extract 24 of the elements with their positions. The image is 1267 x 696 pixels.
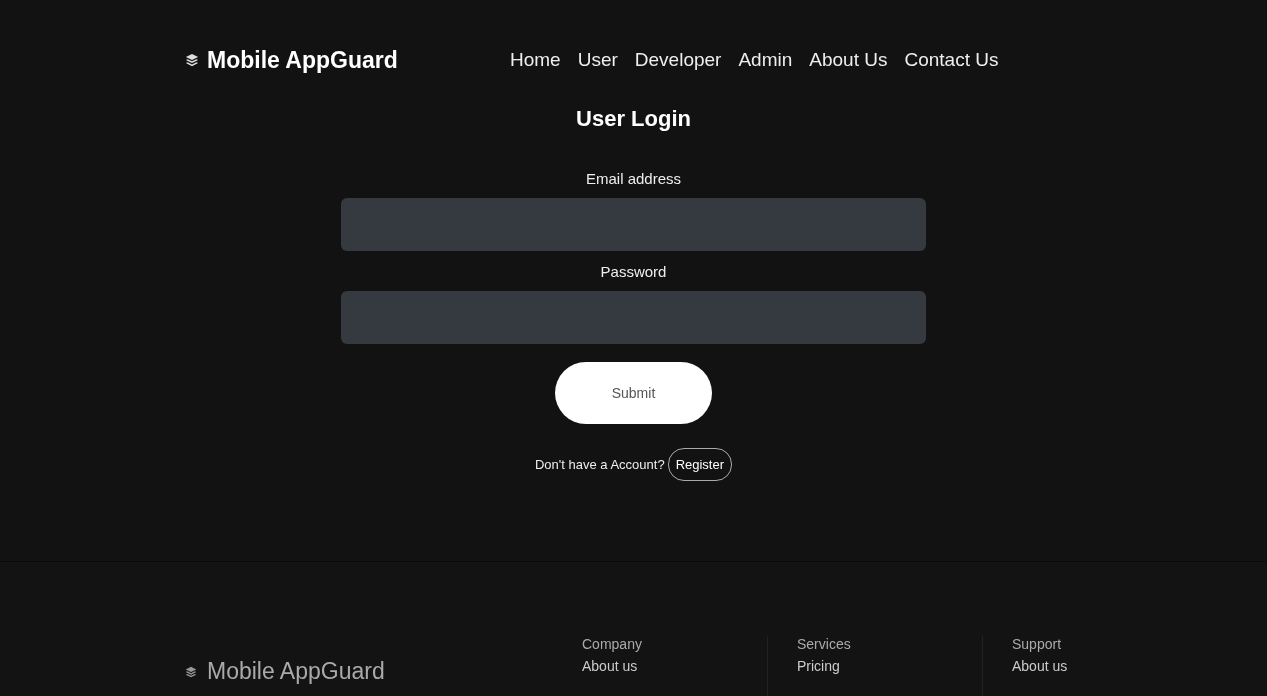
input-field[interactable] bbox=[341, 291, 926, 344]
submit-button[interactable]: Submit bbox=[555, 362, 712, 424]
page-title: User Login bbox=[576, 106, 691, 132]
footer-heading: Company bbox=[582, 636, 643, 652]
nav-link[interactable]: User bbox=[577, 49, 618, 71]
nav-link[interactable]: Developer bbox=[634, 49, 722, 71]
footer-heading: Support bbox=[1012, 636, 1063, 652]
footer-link[interactable]: About us bbox=[1012, 658, 1167, 674]
layers-icon bbox=[185, 665, 197, 678]
field-label: Email address bbox=[585, 170, 681, 187]
footer-link[interactable]: Pricing bbox=[797, 658, 952, 674]
nav-link[interactable]: Home bbox=[510, 49, 561, 71]
nav-link[interactable]: Admin bbox=[738, 49, 793, 71]
footer-heading: Services bbox=[797, 636, 852, 652]
brand-name[interactable]: Mobile AppGuard bbox=[207, 46, 398, 74]
input-field[interactable] bbox=[341, 198, 926, 251]
nav-link[interactable]: Contact Us bbox=[904, 49, 999, 71]
register-prompt: Don't have a Account? bbox=[534, 457, 665, 472]
field-label: Password bbox=[600, 263, 667, 280]
register-button[interactable]: Register bbox=[667, 448, 733, 481]
footer-brand: Mobile AppGuard bbox=[207, 658, 385, 685]
footer-link[interactable]: About us bbox=[582, 658, 737, 674]
layers-icon bbox=[185, 53, 199, 67]
nav-link[interactable]: About Us bbox=[809, 49, 888, 71]
